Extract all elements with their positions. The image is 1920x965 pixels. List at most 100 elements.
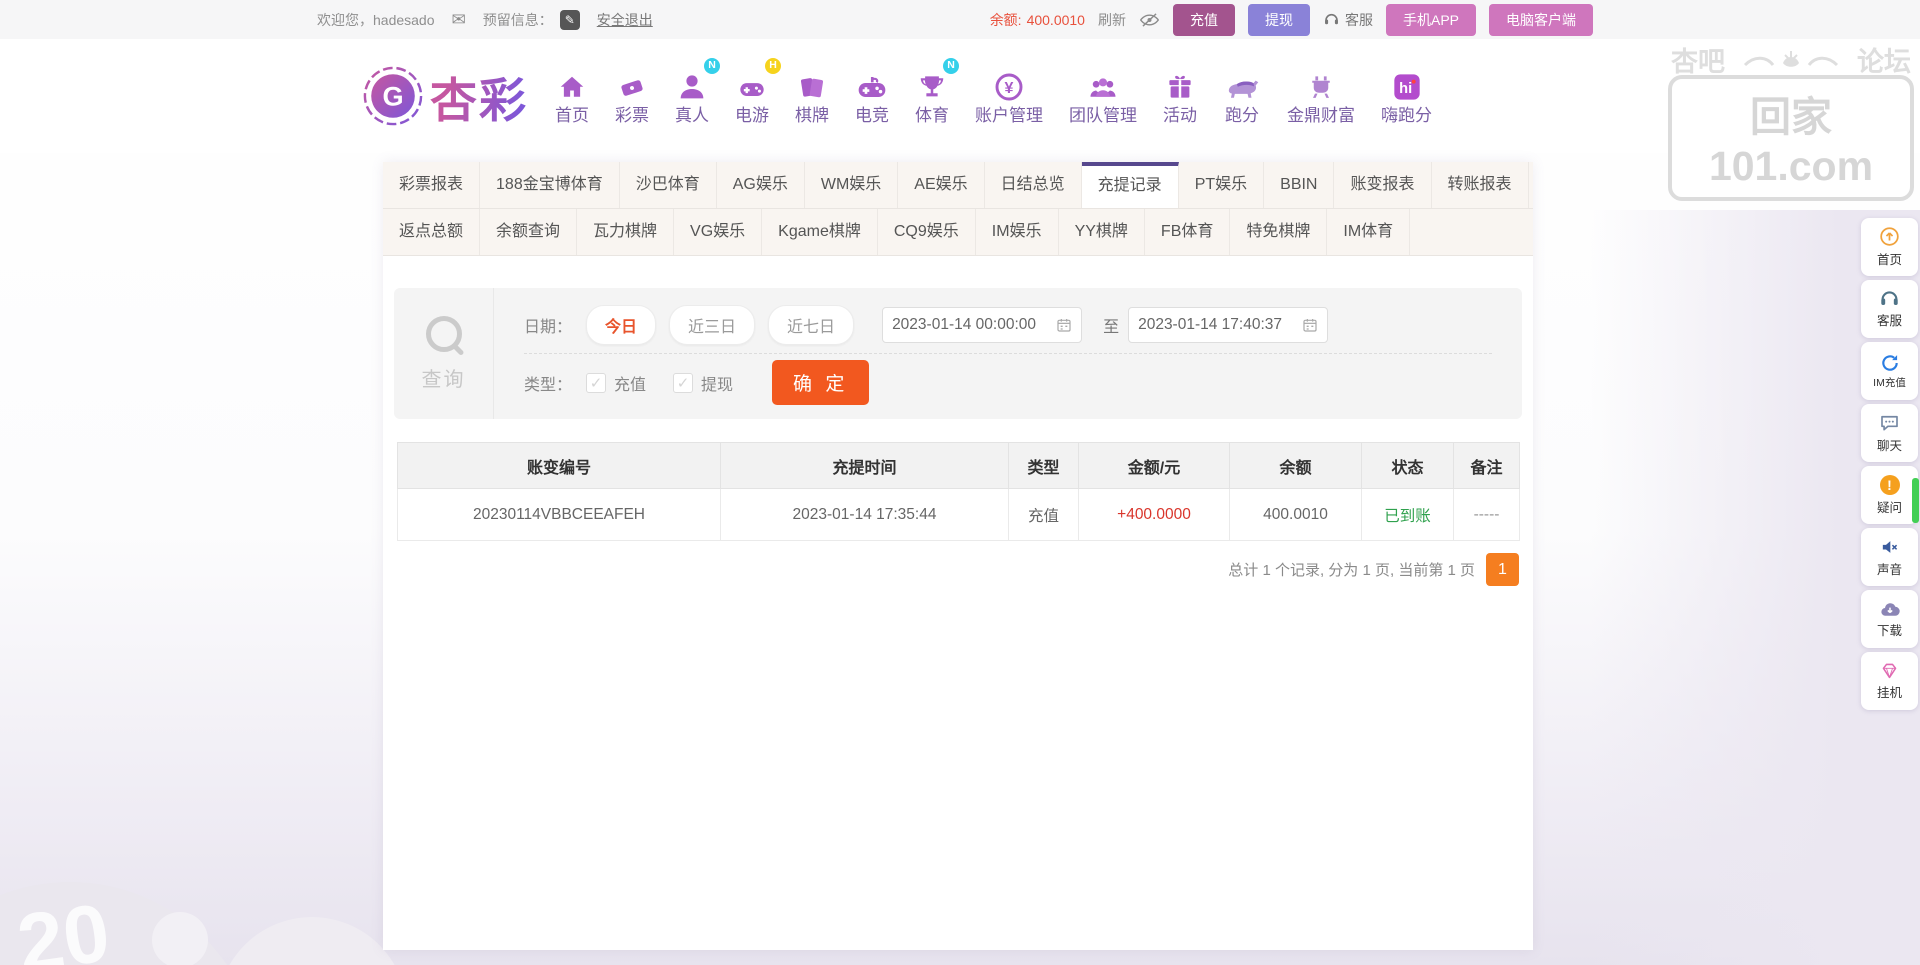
gift-icon bbox=[1165, 71, 1195, 103]
withdraw-button[interactable]: 提现 bbox=[1248, 4, 1310, 36]
slot-game-icon bbox=[735, 75, 769, 103]
side-chat[interactable]: 聊天 bbox=[1861, 404, 1918, 462]
tab-fandian-zonge[interactable]: 返点总额 bbox=[383, 209, 480, 255]
checkbox-withdraw-label: 提现 bbox=[701, 371, 733, 395]
nav-label: 首页 bbox=[555, 103, 589, 129]
date-from-input[interactable]: 2023-01-14 00:00:00 bbox=[882, 307, 1082, 343]
mobile-app-button[interactable]: 手机APP bbox=[1386, 4, 1476, 36]
side-question[interactable]: ! 疑问 bbox=[1861, 466, 1918, 524]
nav-label: 活动 bbox=[1163, 103, 1197, 129]
date-to-input[interactable]: 2023-01-14 17:40:37 bbox=[1128, 307, 1328, 343]
nav-account[interactable]: ¥ 账户管理 bbox=[962, 63, 1056, 129]
side-hangup[interactable]: 挂机 bbox=[1861, 652, 1918, 710]
nav-esports[interactable]: 电竞 bbox=[842, 63, 902, 129]
tab-zhuanzhang-baobiao[interactable]: 转账报表 bbox=[1432, 162, 1529, 208]
nav-label: 账户管理 bbox=[975, 103, 1043, 129]
tab-yy-qipai[interactable]: YY棋牌 bbox=[1059, 209, 1145, 255]
tab-im-tiyu[interactable]: IM体育 bbox=[1327, 209, 1410, 255]
new-badge: N bbox=[943, 58, 959, 74]
nav-sports[interactable]: N 体育 bbox=[902, 63, 962, 129]
refresh-link[interactable]: 刷新 bbox=[1098, 10, 1126, 30]
preset-3days[interactable]: 近三日 bbox=[669, 305, 755, 345]
tab-caipiao-baobiao[interactable]: 彩票报表 bbox=[383, 162, 480, 208]
preset-today[interactable]: 今日 bbox=[586, 305, 656, 345]
tab-rijie-zonglan[interactable]: 日结总览 bbox=[985, 162, 1082, 208]
tab-ag[interactable]: AG娱乐 bbox=[717, 162, 805, 208]
nav-label: 棋牌 bbox=[795, 103, 829, 129]
side-download[interactable]: 下载 bbox=[1861, 590, 1918, 648]
preset-7days[interactable]: 近七日 bbox=[768, 305, 854, 345]
logout-link[interactable]: 安全退出 bbox=[597, 10, 653, 30]
nav-label: 跑分 bbox=[1225, 103, 1259, 129]
side-sound[interactable]: 声音 bbox=[1861, 528, 1918, 586]
tab-yue-chaxun[interactable]: 余额查询 bbox=[480, 209, 577, 255]
tab-wali-qipai[interactable]: 瓦力棋牌 bbox=[577, 209, 674, 255]
cell-remark: ----- bbox=[1454, 489, 1520, 541]
tab-188jinbaobo[interactable]: 188金宝博体育 bbox=[480, 162, 620, 208]
checkbox-withdraw[interactable]: ✓ bbox=[673, 373, 693, 393]
table-row: 20230114VBBCEEAFEH 2023-01-14 17:35:44 充… bbox=[398, 489, 1520, 541]
tab-cq9[interactable]: CQ9娱乐 bbox=[878, 209, 976, 255]
topbar-left: 欢迎您，hadesado ✉ 预留信息： ✎ 安全退出 bbox=[317, 10, 653, 30]
cell-time: 2023-01-14 17:35:44 bbox=[721, 489, 1009, 541]
tab-shaba-tiyu[interactable]: 沙巴体育 bbox=[620, 162, 717, 208]
pc-client-button[interactable]: 电脑客户端 bbox=[1489, 4, 1593, 36]
tab-wm[interactable]: WM娱乐 bbox=[805, 162, 898, 208]
site-logo[interactable]: G 杏彩 bbox=[362, 62, 542, 131]
tab-kgame[interactable]: Kgame棋牌 bbox=[762, 209, 878, 255]
to-label: 至 bbox=[1103, 313, 1119, 337]
nav-jinding[interactable]: 金鼎财富 bbox=[1274, 63, 1368, 129]
calendar-icon bbox=[1302, 317, 1318, 333]
reserved-info: 预留信息： ✎ bbox=[483, 10, 580, 30]
customer-service[interactable]: 客服 bbox=[1323, 10, 1373, 30]
checkbox-deposit[interactable]: ✓ bbox=[586, 373, 606, 393]
tab-pt[interactable]: PT娱乐 bbox=[1179, 162, 1264, 208]
main-panel: 彩票报表 188金宝博体育 沙巴体育 AG娱乐 WM娱乐 AE娱乐 日结总览 充… bbox=[383, 162, 1533, 950]
nav-haipaofen[interactable]: hi 嗨跑分 bbox=[1368, 63, 1445, 129]
mail-icon[interactable]: ✉ bbox=[452, 10, 466, 30]
headset-icon bbox=[1323, 12, 1340, 27]
page-1-button[interactable]: 1 bbox=[1486, 553, 1519, 586]
filter-main: 日期： 今日 近三日 近七日 2023-01-14 00:00:00 至 202… bbox=[494, 288, 1522, 419]
tab-vg[interactable]: VG娱乐 bbox=[674, 209, 762, 255]
tabs-row-2: 返点总额 余额查询 瓦力棋牌 VG娱乐 Kgame棋牌 CQ9娱乐 IM娱乐 Y… bbox=[383, 209, 1533, 256]
edit-pencil-icon[interactable]: ✎ bbox=[560, 10, 580, 30]
nav-label: 体育 bbox=[915, 103, 949, 129]
nav-slots[interactable]: H 电游 bbox=[722, 63, 782, 129]
date-from-value: 2023-01-14 00:00:00 bbox=[892, 316, 1036, 334]
pagination: 总计 1 个记录, 分为 1 页, 当前第 1 页 1 bbox=[1228, 553, 1519, 586]
ticket-icon bbox=[616, 73, 648, 103]
trophy-icon bbox=[917, 71, 947, 103]
nav-paofen[interactable]: 跑分 bbox=[1210, 63, 1274, 129]
eye-off-icon[interactable] bbox=[1139, 12, 1160, 28]
nav-label: 电游 bbox=[735, 103, 769, 129]
side-home[interactable]: 首页 bbox=[1861, 218, 1918, 276]
deposit-button[interactable]: 充值 bbox=[1173, 4, 1235, 36]
records-table: 账变编号 充提时间 类型 金额/元 余额 状态 备注 20230114VBBCE… bbox=[397, 442, 1520, 541]
nav-team[interactable]: 团队管理 bbox=[1056, 63, 1150, 129]
side-service[interactable]: 客服 bbox=[1861, 280, 1918, 338]
tab-chongti-jilu-active[interactable]: 充提记录 bbox=[1082, 162, 1179, 208]
service-label: 客服 bbox=[1345, 10, 1373, 30]
tab-fb-tiyu[interactable]: FB体育 bbox=[1145, 209, 1230, 255]
nav-lottery[interactable]: 彩票 bbox=[602, 63, 662, 129]
tab-bbin[interactable]: BBIN bbox=[1264, 162, 1334, 208]
nav-cards[interactable]: 棋牌 bbox=[782, 63, 842, 129]
svg-text:G: G bbox=[382, 81, 403, 112]
tab-temian-qipai[interactable]: 特免棋牌 bbox=[1230, 209, 1327, 255]
tab-im-yule[interactable]: IM娱乐 bbox=[976, 209, 1059, 255]
side-label: IM充值 bbox=[1873, 375, 1906, 390]
side-im-recharge[interactable]: IM充值 bbox=[1861, 342, 1918, 400]
cell-balance: 400.0010 bbox=[1230, 489, 1362, 541]
watermark-site: 回家101.com bbox=[1668, 75, 1914, 201]
tab-zhangbian-baobiao[interactable]: 账变报表 bbox=[1334, 162, 1431, 208]
svg-text:¥: ¥ bbox=[1005, 80, 1014, 97]
nav-home[interactable]: 首页 bbox=[542, 63, 602, 129]
scroll-indicator[interactable] bbox=[1912, 478, 1919, 523]
rhino-icon bbox=[1223, 77, 1261, 103]
tab-ae[interactable]: AE娱乐 bbox=[898, 162, 984, 208]
download-cloud-icon bbox=[1879, 600, 1901, 618]
nav-live[interactable]: N 真人 bbox=[662, 63, 722, 129]
confirm-button[interactable]: 确 定 bbox=[772, 360, 869, 405]
nav-promotions[interactable]: 活动 bbox=[1150, 63, 1210, 129]
